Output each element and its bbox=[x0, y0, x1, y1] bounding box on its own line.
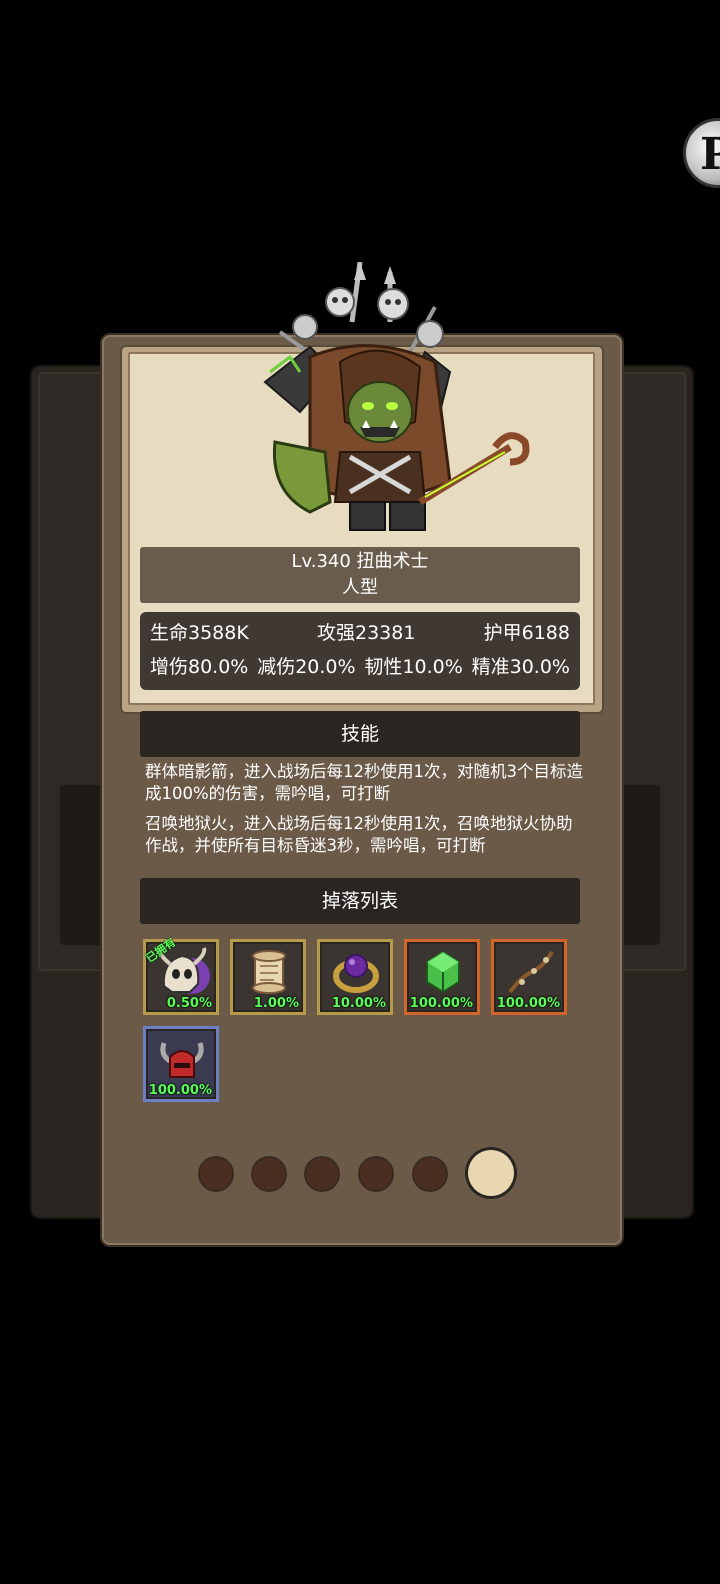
monster-type: 人型 bbox=[342, 577, 378, 598]
skills-header: 技能 bbox=[140, 711, 580, 757]
horned-red-helmet-icon bbox=[160, 1042, 204, 1078]
drop-item-3[interactable]: 10.00% bbox=[317, 939, 393, 1015]
profile-button-icon: P bbox=[700, 129, 720, 180]
bone-bow-icon bbox=[508, 950, 554, 994]
stat-toughness: 韧性10.0% bbox=[364, 656, 463, 678]
drop-percent: 0.50% bbox=[166, 996, 212, 1011]
page-indicator-1[interactable] bbox=[200, 1158, 232, 1190]
profile-button[interactable]: P bbox=[683, 118, 720, 188]
page-indicator-5[interactable] bbox=[414, 1158, 446, 1190]
drop-list-header: 掉落列表 bbox=[140, 878, 580, 924]
monster-level-name: Lv.340 扭曲术士 bbox=[291, 551, 429, 572]
green-crystal-icon bbox=[426, 950, 460, 994]
skill-description-1: 群体暗影箭，进入战场后每12秒使用1次，对随机3个目标造成100%的伤害，需吟唱… bbox=[145, 762, 583, 803]
stat-armor: 护甲6188 bbox=[483, 622, 570, 644]
scroll-icon bbox=[252, 950, 286, 994]
drop-percent: 10.00% bbox=[331, 996, 386, 1011]
drop-percent: 100.00% bbox=[496, 996, 560, 1011]
drop-item-4[interactable]: 100.00% bbox=[404, 939, 480, 1015]
drop-item-5[interactable]: 100.00% bbox=[491, 939, 567, 1015]
stats-row-secondary: 增伤80.0% 减伤20.0% 韧性10.0% 精准30.0% bbox=[150, 652, 570, 679]
drop-percent: 100.00% bbox=[148, 1083, 212, 1098]
page-indicator-3[interactable] bbox=[306, 1158, 338, 1190]
drop-percent: 1.00% bbox=[253, 996, 299, 1011]
monster-stats: 生命3588K 攻强23381 护甲6188 增伤80.0% 减伤20.0% 韧… bbox=[140, 612, 580, 690]
orc-warlock-portrait bbox=[263, 262, 530, 531]
monster-name-bar: Lv.340 扭曲术士 人型 bbox=[140, 547, 580, 603]
stat-damage-boost: 增伤80.0% bbox=[150, 656, 249, 678]
stats-row-primary: 生命3588K 攻强23381 护甲6188 bbox=[150, 618, 570, 645]
skill-description-2: 召唤地狱火，进入战场后每12秒使用1次，召唤地狱火协助作战，并使所有目标昏迷3秒… bbox=[145, 814, 573, 855]
page-indicator-2[interactable] bbox=[253, 1158, 285, 1190]
drop-item-1[interactable]: 已拥有 0.50% bbox=[143, 936, 219, 1015]
page-indicator-6-active[interactable] bbox=[468, 1150, 514, 1196]
drop-item-6[interactable]: 100.00% bbox=[143, 1026, 219, 1102]
stat-hp: 生命3588K bbox=[150, 622, 249, 644]
stat-damage-reduction: 减伤20.0% bbox=[257, 656, 356, 678]
purple-gem-ring-icon bbox=[333, 954, 379, 993]
drop-percent: 100.00% bbox=[409, 996, 473, 1011]
stat-attack: 攻强23381 bbox=[317, 622, 416, 644]
page-indicator-4[interactable] bbox=[360, 1158, 392, 1190]
drop-item-2[interactable]: 1.00% bbox=[230, 939, 306, 1015]
stat-accuracy: 精准30.0% bbox=[471, 656, 570, 678]
